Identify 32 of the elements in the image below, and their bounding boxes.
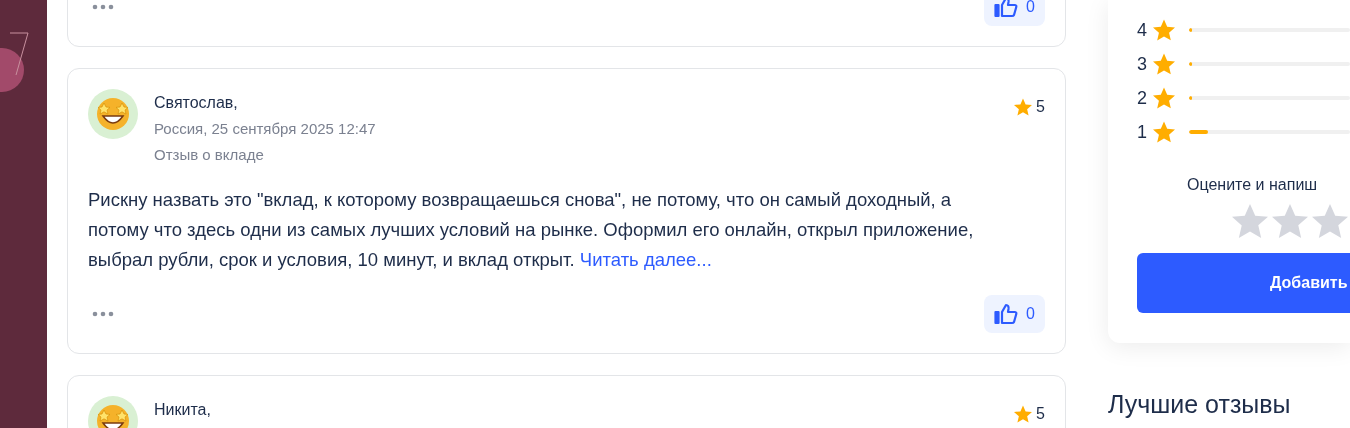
section-title: Лучшие отзывы xyxy=(1108,389,1291,419)
rating-prompt: Оцените и напиш xyxy=(1186,175,1319,195)
star-struck-face-icon xyxy=(96,97,130,131)
review-meta: Россия, 25 сентября 2025 12:47 xyxy=(154,119,377,139)
rating-level-label: 4 xyxy=(1137,18,1148,42)
like-button[interactable]: 0 xyxy=(984,0,1045,26)
rating-star-input[interactable] xyxy=(1272,203,1308,239)
star-icon xyxy=(1153,19,1175,41)
rating-star-input[interactable] xyxy=(1312,203,1348,239)
rating-level-label: 2 xyxy=(1137,86,1148,110)
star-icon xyxy=(1153,53,1175,75)
star-icon xyxy=(1014,98,1033,116)
star-struck-face-icon xyxy=(96,404,130,428)
review-text: Рискну назвать это "вклад, к которому возвращаешься снова", не потому, что он самый доходный, а потому что здесь одни из самых лучших условий на рынке. Оформил его онлайн, открыл приложение, выбрал рубли, срок и условия, 10 минут, и вклад открыт. Читать далее... xyxy=(88,188,975,272)
rating-star-input[interactable] xyxy=(1232,203,1268,239)
more-icon[interactable] xyxy=(92,4,114,10)
more-icon[interactable] xyxy=(92,311,114,317)
add-review-button[interactable]: Добавить xyxy=(1137,253,1350,313)
thumbs-up-icon xyxy=(994,303,1019,325)
star-icon xyxy=(1014,405,1033,423)
star-icon xyxy=(1153,121,1175,143)
rating-value: 5 xyxy=(1036,404,1045,424)
like-button[interactable]: 0 xyxy=(984,295,1045,333)
rating-level-label: 3 xyxy=(1137,52,1148,76)
review-subject: Отзыв о вкладе xyxy=(154,145,265,165)
star-icon xyxy=(1153,87,1175,109)
read-more-link[interactable]: Читать далее... xyxy=(579,249,712,270)
rating-level-label: 1 xyxy=(1137,120,1148,144)
reviewer-name: Никита, xyxy=(154,400,212,420)
rating-value: 5 xyxy=(1036,97,1045,117)
reviewer-name: Святослав, xyxy=(154,93,239,113)
thumbs-up-icon xyxy=(994,0,1019,18)
